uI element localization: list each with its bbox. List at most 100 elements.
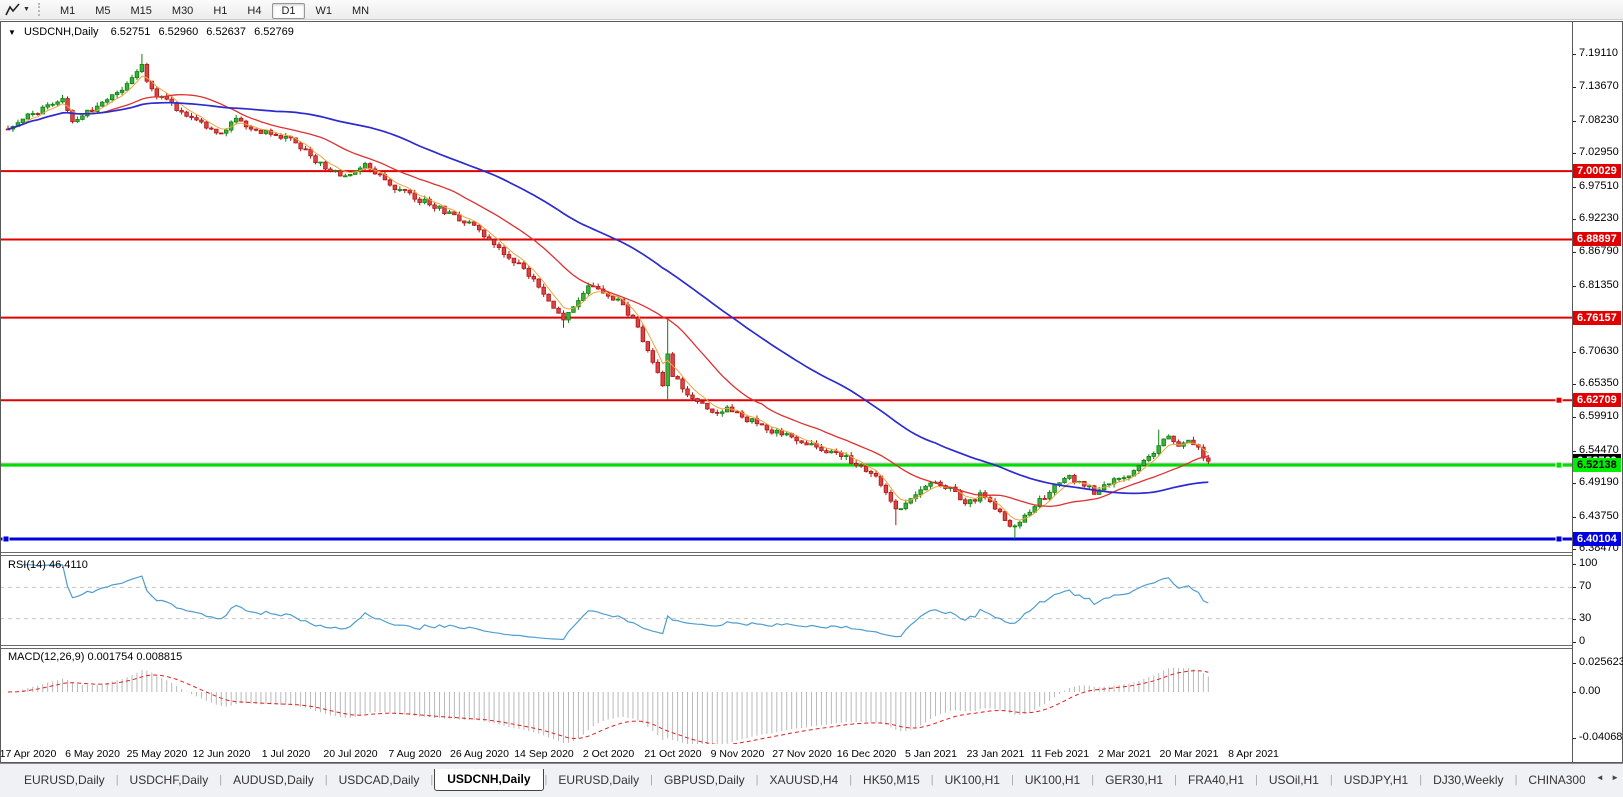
price-axis-tick: 6.65350 xyxy=(1579,377,1619,389)
tab-scroll-left-icon[interactable]: ◄ xyxy=(1596,773,1604,782)
date-axis-label: 27 Nov 2020 xyxy=(772,748,832,760)
tab-separator: | xyxy=(1515,774,1518,786)
tab-usdjpy-h1[interactable]: USDJPY,H1 xyxy=(1334,770,1418,790)
price-axis-tick: 6.70630 xyxy=(1579,345,1619,357)
macd-axis-tick: -0.040687 xyxy=(1579,731,1623,743)
date-axis-label: 7 Aug 2020 xyxy=(388,748,441,760)
low-value: 6.52637 xyxy=(206,26,246,38)
date-axis-label: 21 Oct 2020 xyxy=(644,748,701,760)
date-axis-label: 25 May 2020 xyxy=(127,748,188,760)
price-axis-tick: 7.13670 xyxy=(1579,80,1619,92)
tab-hk50-m15[interactable]: HK50,M15 xyxy=(853,770,930,790)
tab-china300-h1[interactable]: CHINA300,H1 xyxy=(1518,770,1585,790)
macd-axis-tick: 0.00 xyxy=(1579,685,1600,697)
axis-divider-line xyxy=(1572,21,1573,763)
price-axis-tick: 6.43750 xyxy=(1579,510,1619,522)
tab-separator: | xyxy=(931,774,934,786)
rsi-label: RSI(14) 46.4110 xyxy=(8,559,88,571)
timeframe-buttons: M1M5M15M30H1H4D1W1MN xyxy=(50,1,379,19)
level-price-tag-6.88897: 6.88897 xyxy=(1573,232,1621,246)
tab-usdcad-daily[interactable]: USDCAD,Daily xyxy=(329,770,430,790)
open-value: 6.52751 xyxy=(111,26,151,38)
date-axis-label: 1 Jul 2020 xyxy=(262,748,310,760)
tab-xauusd-h4[interactable]: XAUUSD,H4 xyxy=(760,770,849,790)
date-axis-label: 14 Sep 2020 xyxy=(514,748,574,760)
date-axis-label: 5 Jan 2021 xyxy=(905,748,957,760)
timeframe-button-m1[interactable]: M1 xyxy=(51,3,84,19)
timeframe-button-m5[interactable]: M5 xyxy=(86,3,119,19)
tab-scroll-controls: ◄ ► xyxy=(1591,773,1619,782)
tab-separator: | xyxy=(116,774,119,786)
tab-dj30-weekly[interactable]: DJ30,Weekly xyxy=(1423,770,1513,790)
level-price-tag-6.40104: 6.40104 xyxy=(1573,532,1621,546)
price-axis-tick: 7.02950 xyxy=(1579,146,1619,158)
tab-ger30-h1[interactable]: GER30,H1 xyxy=(1095,770,1173,790)
price-axis-tick: 7.08230 xyxy=(1579,114,1619,126)
price-axis-tick: 6.81350 xyxy=(1579,279,1619,291)
tab-separator: | xyxy=(1174,774,1177,786)
level-price-tag-6.76157: 6.76157 xyxy=(1573,311,1621,325)
timeframe-button-d1[interactable]: D1 xyxy=(272,3,304,19)
toolbar-dropdown-caret[interactable]: ▼ xyxy=(23,6,30,13)
price-axis-tick: 6.49190 xyxy=(1579,476,1619,488)
price-axis-tick: 6.92230 xyxy=(1579,212,1619,224)
price-axis[interactable]: 7.19110 7.13670 7.08230 7.02950 6.97510 6.922… xyxy=(1572,21,1623,763)
toolbar-grip xyxy=(38,3,42,16)
tab-separator: | xyxy=(219,774,222,786)
date-axis-label: 20 Jul 2020 xyxy=(323,748,377,760)
tab-eurusd-daily[interactable]: EURUSD,Daily xyxy=(548,770,649,790)
date-axis[interactable]: 17 Apr 20206 May 202025 May 202012 Jun 2… xyxy=(0,745,1572,763)
date-axis-label: 23 Jan 2021 xyxy=(967,748,1025,760)
tab-uk100-h1[interactable]: UK100,H1 xyxy=(1015,770,1090,790)
level-price-tag-7.00029: 7.00029 xyxy=(1573,164,1621,178)
tab-separator: | xyxy=(430,774,433,786)
tab-separator: | xyxy=(849,774,852,786)
date-axis-label: 8 Apr 2021 xyxy=(1228,748,1279,760)
chart-tab-bar: EURUSD,Daily|USDCHF,Daily|AUDUSD,Daily|U… xyxy=(0,763,1623,797)
rsi-axis-tick: 70 xyxy=(1579,580,1591,592)
date-axis-label: 9 Nov 2020 xyxy=(711,748,765,760)
tab-list: EURUSD,Daily|USDCHF,Daily|AUDUSD,Daily|U… xyxy=(14,769,1585,791)
tab-usdchf-daily[interactable]: USDCHF,Daily xyxy=(120,770,219,790)
macd-axis-tick: 0.025623 xyxy=(1579,656,1623,668)
tab-separator: | xyxy=(1330,774,1333,786)
timeframe-button-m30[interactable]: M30 xyxy=(163,3,202,19)
date-axis-label: 17 Apr 2020 xyxy=(0,748,56,760)
close-value: 6.52769 xyxy=(254,26,294,38)
tab-usoil-h1[interactable]: USOil,H1 xyxy=(1259,770,1329,790)
rsi-axis-tick: 30 xyxy=(1579,612,1591,624)
tab-separator: | xyxy=(650,774,653,786)
timeframe-button-mn[interactable]: MN xyxy=(343,3,378,19)
tab-separator: | xyxy=(1255,774,1258,786)
tab-separator: | xyxy=(1091,774,1094,786)
date-axis-label: 11 Feb 2021 xyxy=(1031,748,1089,760)
date-axis-label: 2 Oct 2020 xyxy=(583,748,634,760)
tab-fra40-h1[interactable]: FRA40,H1 xyxy=(1178,770,1254,790)
tab-scroll-right-icon[interactable]: ► xyxy=(1611,773,1619,782)
timeframe-button-h4[interactable]: H4 xyxy=(238,3,270,19)
tab-separator: | xyxy=(756,774,759,786)
timeframe-button-h1[interactable]: H1 xyxy=(204,3,236,19)
tab-separator: | xyxy=(545,774,548,786)
date-axis-label: 16 Dec 2020 xyxy=(837,748,897,760)
tab-usdcnh-daily[interactable]: USDCNH,Daily xyxy=(434,769,543,791)
chart-ohlc-header: ▼ USDCNH,Daily 6.52751 6.52960 6.52637 6… xyxy=(8,26,299,38)
symbol-period-label: USDCNH,Daily xyxy=(24,26,99,38)
timeframe-button-w1[interactable]: W1 xyxy=(307,3,342,19)
chart-cursor-icon[interactable] xyxy=(4,2,22,18)
high-value: 6.52960 xyxy=(158,26,198,38)
level-price-tag-6.52138: 6.52138 xyxy=(1573,458,1621,472)
price-axis-tick: 7.19110 xyxy=(1579,47,1618,59)
timeframe-button-m15[interactable]: M15 xyxy=(122,3,161,19)
top-toolbar: ▼ M1M5M15M30H1H4D1W1MN xyxy=(0,0,1623,20)
rsi-axis-tick: 100 xyxy=(1579,557,1597,569)
tab-separator: | xyxy=(1011,774,1014,786)
tab-eurusd-daily[interactable]: EURUSD,Daily xyxy=(14,770,115,790)
tab-gbpusd-daily[interactable]: GBPUSD,Daily xyxy=(654,770,755,790)
level-price-tag-6.62709: 6.62709 xyxy=(1573,393,1621,407)
collapse-caret[interactable]: ▼ xyxy=(8,28,16,37)
price-axis-tick: 6.97510 xyxy=(1579,180,1619,192)
tab-uk100-h1[interactable]: UK100,H1 xyxy=(935,770,1010,790)
date-axis-label: 20 Mar 2021 xyxy=(1160,748,1219,760)
tab-audusd-daily[interactable]: AUDUSD,Daily xyxy=(223,770,324,790)
